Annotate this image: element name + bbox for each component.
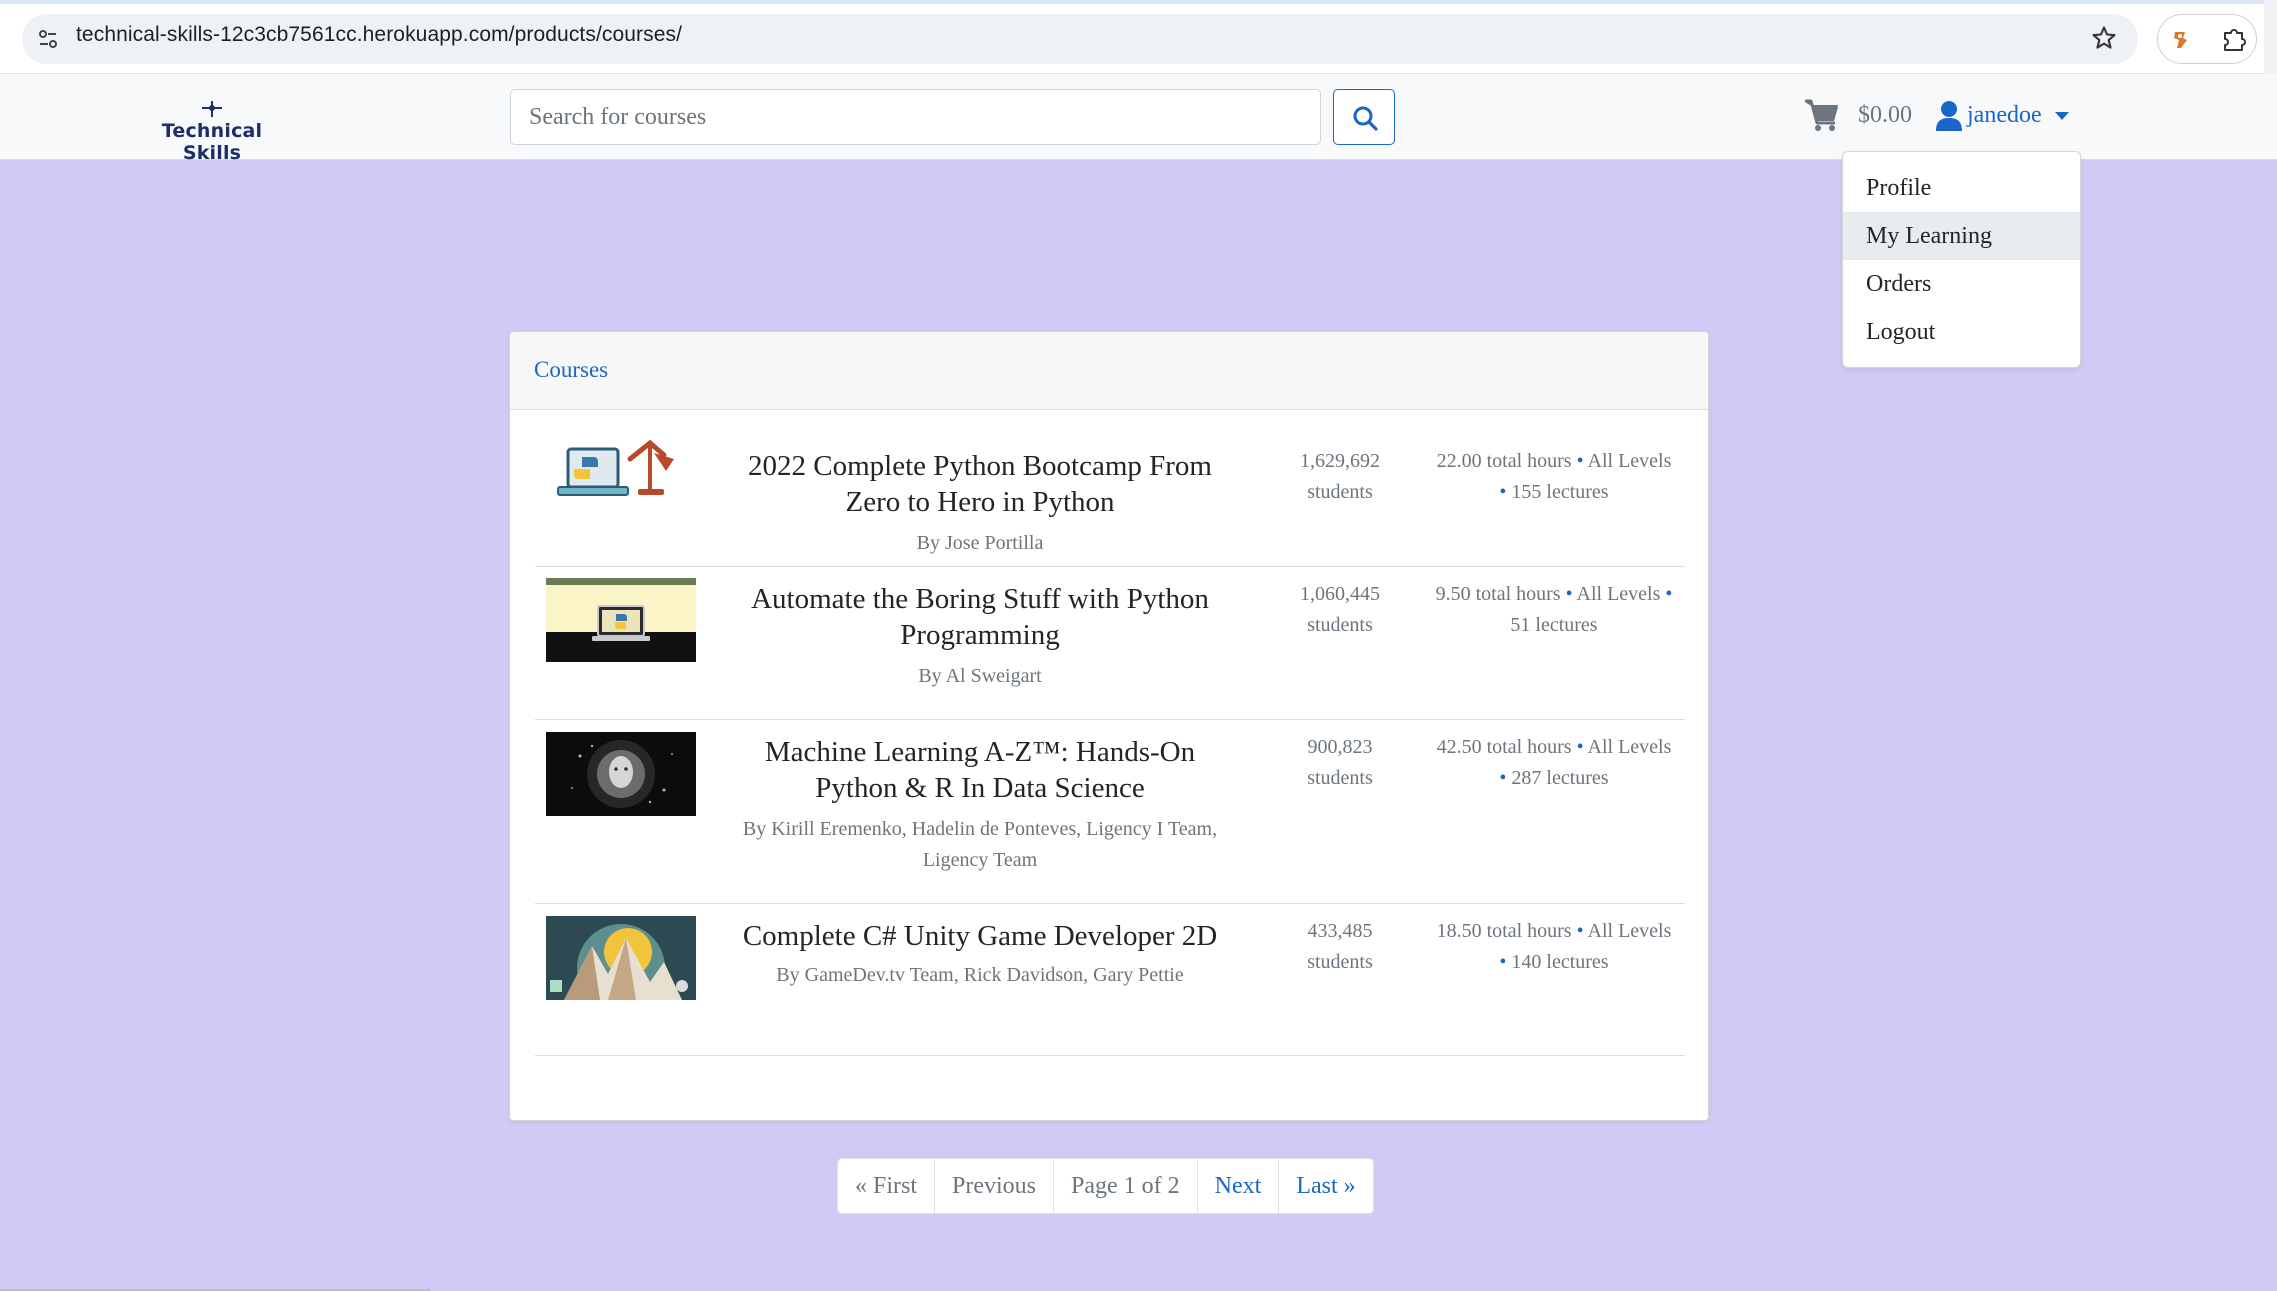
course-row[interactable]: Machine Learning A-Z™: Hands-On Python &… xyxy=(535,720,1685,904)
course-thumbnail[interactable] xyxy=(546,578,696,662)
course-students: 1,629,692 students xyxy=(1285,446,1395,508)
course-level: All Levels xyxy=(1587,736,1672,758)
url-text[interactable]: technical-skills-12c3cb7561cc.herokuapp.… xyxy=(76,23,682,47)
course-lectures: 155 lectures xyxy=(1511,481,1609,503)
students-count: 433,485 xyxy=(1307,920,1373,942)
students-label: students xyxy=(1307,614,1373,636)
course-meta: 9.50 total hours • All Levels • 51 lectu… xyxy=(1435,583,1673,636)
course-author: By GameDev.tv Team, Rick Davidson, Gary … xyxy=(776,964,1184,986)
course-thumbnail[interactable] xyxy=(546,916,696,1000)
course-row[interactable]: Automate the Boring Stuff with Python Pr… xyxy=(535,567,1685,720)
page-current: Page 1 of 2 xyxy=(1054,1159,1198,1213)
search-button[interactable] xyxy=(1333,89,1395,145)
course-row[interactable]: 2022 Complete Python Bootcamp From Zero … xyxy=(535,410,1685,567)
course-students: 433,485 students xyxy=(1285,916,1395,978)
card-header: Courses xyxy=(510,332,1708,410)
course-title[interactable]: Automate the Boring Stuff with Python Pr… xyxy=(725,581,1235,653)
course-students: 900,823 students xyxy=(1285,732,1395,794)
courses-card: Courses 2022 Complete Python Bootcamp Fr… xyxy=(509,331,1709,1121)
course-thumbnail[interactable] xyxy=(546,732,696,816)
user-dropdown-menu: Profile My Learning Orders Logout xyxy=(1842,151,2081,368)
course-author: By Kirill Eremenko, Hadelin de Ponteves,… xyxy=(742,818,1218,871)
logo-mark-icon xyxy=(202,101,222,117)
page-first: « First xyxy=(838,1159,936,1213)
students-count: 1,060,445 xyxy=(1300,583,1380,605)
course-title[interactable]: Complete C# Unity Game Developer 2D xyxy=(725,918,1235,954)
loading-bar xyxy=(0,0,2277,4)
course-author: By Al Sweigart xyxy=(918,665,1042,687)
course-author: By Jose Portilla xyxy=(916,532,1044,554)
page-previous: Previous xyxy=(935,1159,1055,1213)
course-hours: 42.50 total hours xyxy=(1436,736,1572,758)
course-hours: 9.50 total hours xyxy=(1435,583,1561,605)
page-last[interactable]: Last » xyxy=(1279,1159,1372,1213)
menu-item-profile[interactable]: Profile xyxy=(1843,164,2080,212)
course-students: 1,060,445 students xyxy=(1285,579,1395,641)
user-menu-toggle[interactable]: janedoe xyxy=(1967,102,2042,129)
extension-icon[interactable] xyxy=(2163,22,2197,56)
user-icon[interactable] xyxy=(1935,100,1963,132)
search-icon xyxy=(1353,106,1378,131)
menu-item-logout[interactable]: Logout xyxy=(1843,308,2080,356)
course-thumbnail[interactable] xyxy=(546,437,696,521)
search-input[interactable] xyxy=(510,89,1321,145)
course-meta: 22.00 total hours • All Levels • 155 lec… xyxy=(1436,450,1672,503)
course-row[interactable]: Complete C# Unity Game Developer 2D By G… xyxy=(535,904,1685,1056)
course-lectures: 287 lectures xyxy=(1511,767,1609,789)
pagination: « First Previous Page 1 of 2 Next Last » xyxy=(837,1158,1374,1214)
window-edge xyxy=(2264,0,2277,74)
cart-icon[interactable] xyxy=(1804,99,1840,133)
students-label: students xyxy=(1307,767,1373,789)
course-meta: 42.50 total hours • All Levels • 287 lec… xyxy=(1436,736,1672,789)
cart-total[interactable]: $0.00 xyxy=(1858,102,1912,129)
logo-text: Technical Skills xyxy=(161,120,263,164)
site-settings-icon[interactable] xyxy=(36,27,60,51)
course-lectures: 51 lectures xyxy=(1510,614,1598,636)
course-lectures: 140 lectures xyxy=(1511,951,1609,973)
course-level: All Levels xyxy=(1576,583,1661,605)
students-count: 900,823 xyxy=(1307,736,1373,758)
puzzle-extensions-icon[interactable] xyxy=(2217,22,2251,56)
course-title[interactable]: Machine Learning A-Z™: Hands-On Python &… xyxy=(725,734,1235,806)
course-title[interactable]: 2022 Complete Python Bootcamp From Zero … xyxy=(725,448,1235,520)
course-level: All Levels xyxy=(1587,450,1672,472)
bookmark-star-icon[interactable] xyxy=(2090,24,2118,52)
course-meta: 18.50 total hours • All Levels • 140 lec… xyxy=(1436,920,1672,973)
courses-breadcrumb-link[interactable]: Courses xyxy=(534,357,608,383)
menu-item-orders[interactable]: Orders xyxy=(1843,260,2080,308)
course-hours: 18.50 total hours xyxy=(1436,920,1572,942)
site-logo[interactable]: Technical Skills xyxy=(137,100,287,164)
course-hours: 22.00 total hours xyxy=(1436,450,1572,472)
students-label: students xyxy=(1307,481,1373,503)
course-level: All Levels xyxy=(1587,920,1672,942)
students-label: students xyxy=(1307,951,1373,973)
chevron-down-icon[interactable] xyxy=(2054,111,2070,121)
browser-toolbar: technical-skills-12c3cb7561cc.herokuapp.… xyxy=(0,0,2277,74)
students-count: 1,629,692 xyxy=(1300,450,1380,472)
menu-item-my-learning[interactable]: My Learning xyxy=(1843,212,2080,260)
page-next[interactable]: Next xyxy=(1198,1159,1280,1213)
